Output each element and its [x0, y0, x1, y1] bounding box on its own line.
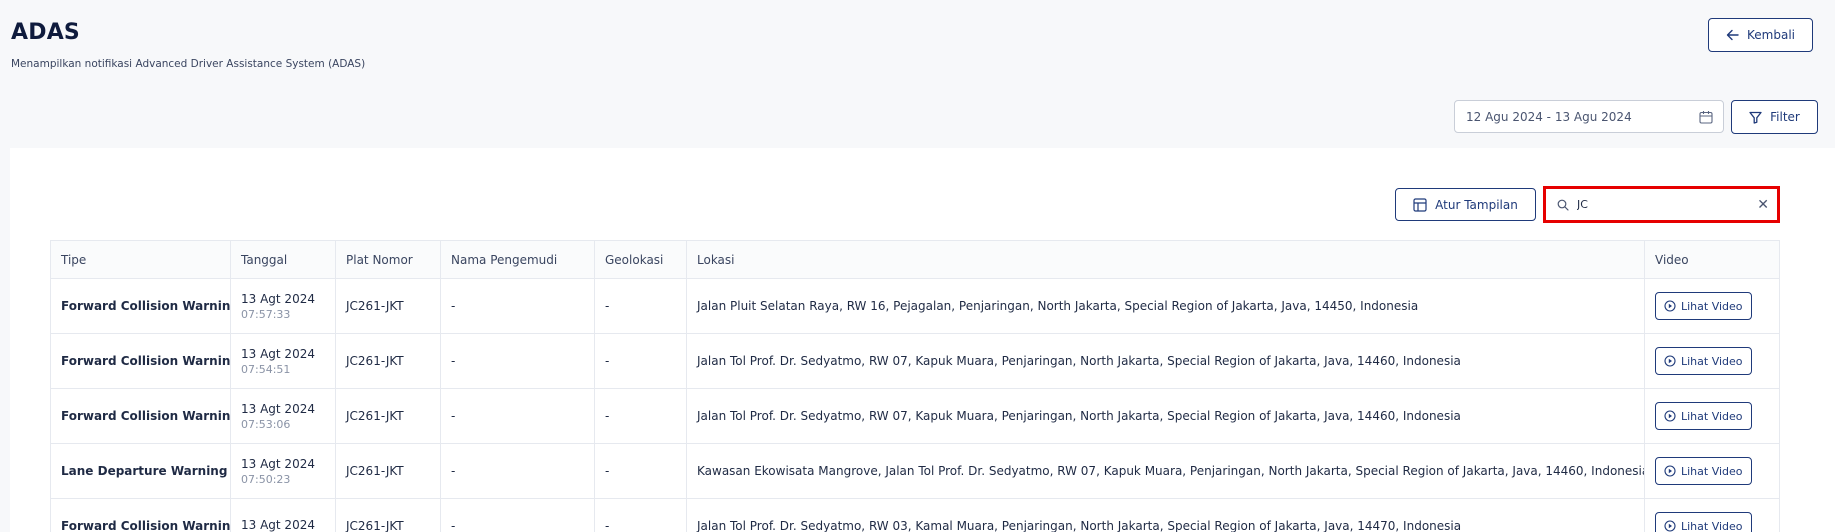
search-box: ✕: [1543, 186, 1780, 223]
cell-geolokasi: -: [594, 498, 687, 532]
lihat-video-label: Lihat Video: [1681, 299, 1743, 313]
cell-date: 13 Agt 2024: [241, 401, 315, 416]
cell-plat-nomor: JC261-JKT: [335, 443, 441, 499]
cell-lokasi: Kawasan Ekowisata Mangrove, Jalan Tol Pr…: [686, 443, 1645, 499]
back-button[interactable]: Kembali: [1708, 18, 1813, 52]
cell-date: 13 Agt 2024: [241, 291, 315, 306]
lihat-video-button[interactable]: Lihat Video: [1655, 292, 1752, 320]
cell-date: 13 Agt 2024: [241, 518, 315, 532]
search-input[interactable]: [1577, 198, 1758, 211]
cell-plat-nomor: JC261-JKT: [335, 498, 441, 532]
cell-tanggal: 13 Agt 2024 07:53:06: [230, 388, 336, 444]
cell-tanggal: 13 Agt 2024 07:54:51: [230, 333, 336, 389]
cell-video: Lihat Video: [1644, 333, 1780, 389]
cell-nama-pengemudi: -: [440, 388, 595, 444]
table-row: Forward Collision Warning 13 Agt 2024 07:5…: [50, 388, 1780, 444]
date-range-value: 12 Agu 2024 - 13 Agu 2024: [1466, 109, 1632, 124]
search-icon: [1557, 199, 1569, 211]
close-icon[interactable]: ✕: [1757, 198, 1769, 212]
column-header-geolokasi: Geolokasi: [594, 240, 687, 279]
cell-time: 07:54:51: [241, 362, 291, 376]
cell-time: 07:50:23: [241, 472, 291, 486]
atur-tampilan-label: Atur Tampilan: [1435, 197, 1518, 212]
filter-button-label: Filter: [1770, 110, 1800, 124]
lihat-video-button[interactable]: Lihat Video: [1655, 347, 1752, 375]
cell-tipe[interactable]: Lane Departure Warning: [50, 443, 231, 499]
arrow-left-icon: [1726, 29, 1739, 41]
lihat-video-button[interactable]: Lihat Video: [1655, 402, 1752, 430]
cell-video: Lihat Video: [1644, 388, 1780, 444]
lihat-video-label: Lihat Video: [1681, 464, 1743, 478]
cell-geolokasi: -: [594, 443, 687, 499]
cell-tanggal: 13 Agt 2024 07:57:33: [230, 278, 336, 334]
column-header-tipe: Tipe: [50, 240, 231, 279]
date-range-picker[interactable]: 12 Agu 2024 - 13 Agu 2024: [1454, 100, 1724, 133]
cell-date: 13 Agt 2024: [241, 456, 315, 471]
cell-video: Lihat Video: [1644, 443, 1780, 499]
column-header-tanggal: Tanggal: [230, 240, 336, 279]
cell-tipe[interactable]: Forward Collision Warning: [50, 388, 231, 444]
cell-date: 13 Agt 2024: [241, 346, 315, 361]
lihat-video-label: Lihat Video: [1681, 409, 1743, 423]
cell-nama-pengemudi: -: [440, 333, 595, 389]
filter-button[interactable]: Filter: [1731, 100, 1818, 134]
column-header-nama-pengemudi: Nama Pengemudi: [440, 240, 595, 279]
cell-tipe[interactable]: Forward Collision Warning: [50, 498, 231, 532]
cell-plat-nomor: JC261-JKT: [335, 388, 441, 444]
play-circle-icon: [1664, 300, 1676, 312]
cell-lokasi: Jalan Pluit Selatan Raya, RW 16, Pejagal…: [686, 278, 1645, 334]
cell-geolokasi: -: [594, 278, 687, 334]
cell-nama-pengemudi: -: [440, 278, 595, 334]
play-circle-icon: [1664, 465, 1676, 477]
cell-tipe[interactable]: Forward Collision Warning: [50, 333, 231, 389]
cell-time: 07:57:33: [241, 307, 291, 321]
cell-lokasi: Jalan Tol Prof. Dr. Sedyatmo, RW 07, Kap…: [686, 388, 1645, 444]
back-button-label: Kembali: [1747, 28, 1795, 42]
column-header-lokasi: Lokasi: [686, 240, 1645, 279]
filter-icon: [1749, 111, 1762, 124]
cell-geolokasi: -: [594, 333, 687, 389]
cell-lokasi: Jalan Tol Prof. Dr. Sedyatmo, RW 07, Kap…: [686, 333, 1645, 389]
lihat-video-button[interactable]: Lihat Video: [1655, 457, 1752, 485]
page-title: ADAS: [11, 20, 80, 45]
play-circle-icon: [1664, 410, 1676, 422]
cell-tanggal: 13 Agt 2024: [230, 498, 336, 532]
cell-video: Lihat Video: [1644, 498, 1780, 532]
play-circle-icon: [1664, 520, 1676, 532]
column-header-plat-nomor: Plat Nomor: [335, 240, 441, 279]
lihat-video-label: Lihat Video: [1681, 354, 1743, 368]
adas-table: Tipe Tanggal Plat Nomor Nama Pengemudi G…: [50, 240, 1780, 532]
atur-tampilan-button[interactable]: Atur Tampilan: [1395, 188, 1536, 221]
cell-plat-nomor: JC261-JKT: [335, 278, 441, 334]
table-header-row: Tipe Tanggal Plat Nomor Nama Pengemudi G…: [50, 240, 1780, 279]
lihat-video-label: Lihat Video: [1681, 519, 1743, 532]
table-row: Lane Departure Warning 13 Agt 2024 07:50:2…: [50, 443, 1780, 499]
table-row: Forward Collision Warning 13 Agt 2024 JC26…: [50, 498, 1780, 532]
column-header-video: Video: [1644, 240, 1780, 279]
cell-video: Lihat Video: [1644, 278, 1780, 334]
layout-icon: [1413, 197, 1427, 212]
lihat-video-button[interactable]: Lihat Video: [1655, 512, 1752, 532]
cell-nama-pengemudi: -: [440, 443, 595, 499]
table-row: Forward Collision Warning 13 Agt 2024 07:5…: [50, 278, 1780, 334]
cell-tanggal: 13 Agt 2024 07:50:23: [230, 443, 336, 499]
cell-time: 07:53:06: [241, 417, 291, 431]
calendar-icon: [1699, 110, 1713, 124]
cell-plat-nomor: JC261-JKT: [335, 333, 441, 389]
cell-lokasi: Jalan Tol Prof. Dr. Sedyatmo, RW 03, Kam…: [686, 498, 1645, 532]
cell-tipe[interactable]: Forward Collision Warning: [50, 278, 231, 334]
cell-nama-pengemudi: -: [440, 498, 595, 532]
cell-geolokasi: -: [594, 388, 687, 444]
play-circle-icon: [1664, 355, 1676, 367]
page-subtitle: Menampilkan notifikasi Advanced Driver A…: [11, 58, 366, 70]
table-row: Forward Collision Warning 13 Agt 2024 07:5…: [50, 333, 1780, 389]
